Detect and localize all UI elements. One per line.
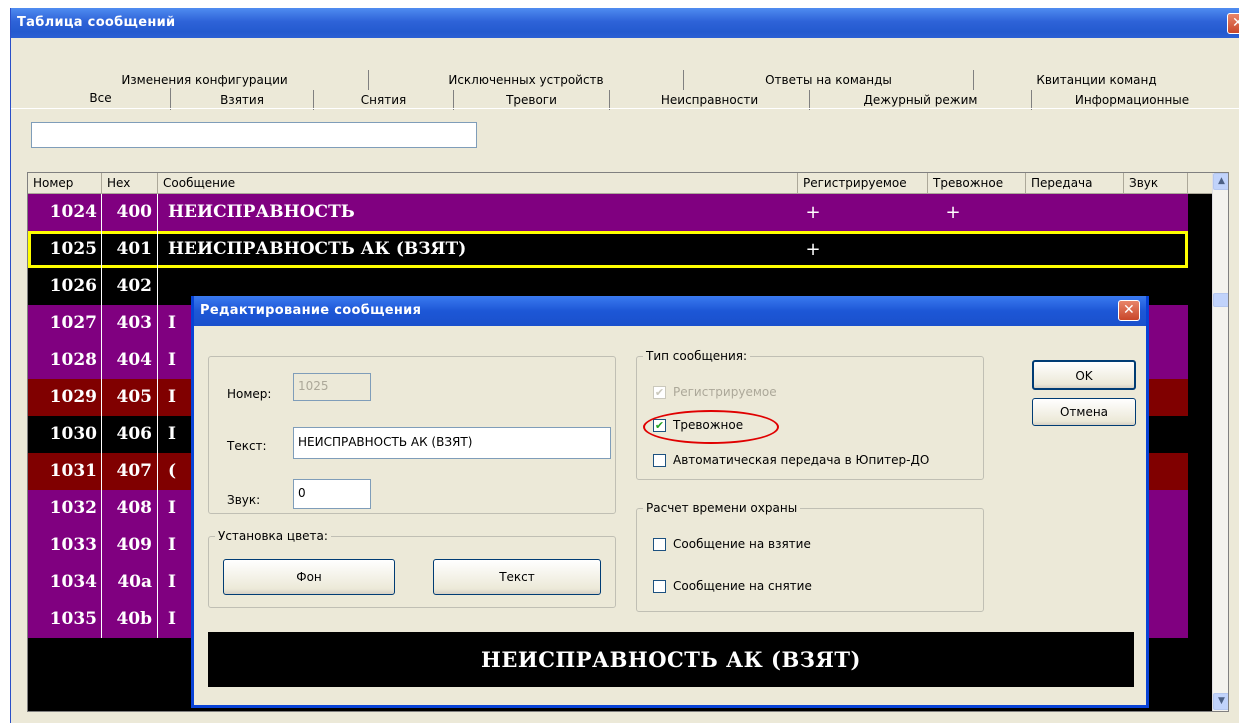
cell-hex: 40a bbox=[102, 564, 158, 601]
cell-number: 1024 bbox=[28, 194, 102, 231]
color-group: Установка цвета: Фон Текст bbox=[208, 529, 616, 608]
tab-disarming[interactable]: Снятия bbox=[314, 90, 454, 110]
col-message[interactable]: Сообщение bbox=[158, 173, 798, 194]
checkbox-box[interactable] bbox=[653, 579, 666, 593]
tab-duty-mode[interactable]: Дежурный режим bbox=[810, 90, 1032, 110]
cell-number: 1029 bbox=[28, 379, 102, 416]
cell-hex: 405 bbox=[102, 379, 158, 416]
auto-transfer-label: Автоматическая передача в Юпитер-ДО bbox=[673, 453, 930, 467]
registered-checkbox: ✔ Регистрируемое bbox=[653, 385, 777, 399]
tab-faults[interactable]: Неисправности bbox=[610, 90, 810, 110]
checkbox-box[interactable] bbox=[653, 453, 666, 467]
message-type-label: Тип сообщения: bbox=[643, 349, 751, 363]
sound-field[interactable]: 0 bbox=[293, 479, 371, 509]
tab-divider bbox=[11, 108, 1239, 109]
cell-number: 1031 bbox=[28, 453, 102, 490]
color-group-label: Установка цвета: bbox=[215, 529, 331, 543]
cell-hex: 407 bbox=[102, 453, 158, 490]
cell-hex: 409 bbox=[102, 527, 158, 564]
cell-number: 1032 bbox=[28, 490, 102, 527]
cell-number: 1025 bbox=[28, 231, 102, 268]
col-sound[interactable]: Звук bbox=[1124, 173, 1188, 194]
cell-alarm bbox=[938, 231, 968, 268]
guard-time-group: Расчет времени охраны Сообщение на взяти… bbox=[636, 501, 984, 612]
col-alarm[interactable]: Тревожное bbox=[928, 173, 1026, 194]
dialog-titlebar: Редактирование сообщения ✕ bbox=[194, 296, 1146, 326]
cell-number: 1028 bbox=[28, 342, 102, 379]
dialog-title: Редактирование сообщения bbox=[200, 303, 422, 318]
cancel-button[interactable]: Отмена bbox=[1032, 398, 1136, 426]
tab-config-changes[interactable]: Изменения конфигурации bbox=[41, 70, 369, 90]
scroll-down-icon[interactable]: ▼ bbox=[1213, 693, 1228, 710]
text-label: Текст: bbox=[227, 439, 267, 453]
checkmark-icon: ✔ bbox=[653, 385, 666, 399]
cell-message: НЕИСПРАВНОСТЬ АК (ВЗЯТ) bbox=[168, 239, 467, 259]
cell-hex: 406 bbox=[102, 416, 158, 453]
disarm-message-label: Сообщение на снятие bbox=[673, 579, 812, 593]
cell-number: 1033 bbox=[28, 527, 102, 564]
messages-window: Таблица сообщений ✕ Изменения конфигурац… bbox=[10, 8, 1239, 723]
col-number[interactable]: Номер bbox=[28, 173, 102, 194]
tab-alarms[interactable]: Тревоги bbox=[454, 90, 610, 110]
background-color-button[interactable]: Фон bbox=[223, 559, 395, 595]
tab-excluded-devices[interactable]: Исключенных устройств bbox=[369, 70, 684, 90]
scroll-up-icon[interactable]: ▲ bbox=[1213, 173, 1228, 190]
cell-hex: 402 bbox=[102, 268, 158, 305]
cell-number: 1027 bbox=[28, 305, 102, 342]
window-title: Таблица сообщений bbox=[17, 15, 176, 30]
number-label: Номер: bbox=[227, 387, 272, 401]
table-row[interactable]: 1025 401 НЕИСПРАВНОСТЬ АК (ВЗЯТ) + bbox=[28, 231, 1188, 268]
cell-registered: + bbox=[805, 239, 821, 260]
sound-label: Звук: bbox=[227, 493, 261, 507]
col-registered[interactable]: Регистрируемое bbox=[798, 173, 928, 194]
cell-hex: 40b bbox=[102, 601, 158, 638]
cell-number: 1026 bbox=[28, 268, 102, 305]
message-preview: НЕИСПРАВНОСТЬ АК (ВЗЯТ) bbox=[208, 632, 1134, 687]
vertical-scrollbar[interactable]: ▲ ▼ bbox=[1212, 173, 1228, 711]
table-header: Номер Hex Сообщение Регистрируемое Трево… bbox=[28, 173, 1212, 194]
ok-button[interactable]: OK bbox=[1032, 360, 1136, 390]
close-icon[interactable]: ✕ bbox=[1227, 13, 1239, 34]
number-field: 1025 bbox=[293, 373, 371, 401]
col-hex[interactable]: Hex bbox=[102, 173, 158, 194]
cell-hex: 403 bbox=[102, 305, 158, 342]
cell-number: 1030 bbox=[28, 416, 102, 453]
scroll-thumb[interactable] bbox=[1213, 293, 1228, 307]
auto-transfer-checkbox[interactable]: Автоматическая передача в Юпитер-ДО bbox=[653, 453, 929, 467]
tab-command-responses[interactable]: Ответы на команды bbox=[684, 70, 974, 90]
table-row[interactable]: 1024 400 НЕИСПРАВНОСТЬ + + bbox=[28, 194, 1188, 231]
tab-strip: Изменения конфигурации Исключенных устро… bbox=[11, 38, 1239, 118]
tab-arming[interactable]: Взятия bbox=[171, 90, 314, 110]
cell-number: 1034 bbox=[28, 564, 102, 601]
arm-message-label: Сообщение на взятие bbox=[673, 537, 811, 551]
message-type-group: Тип сообщения: ✔ Регистрируемое ✔ Тревож… bbox=[636, 349, 984, 480]
cell-hex: 401 bbox=[102, 231, 158, 268]
text-field[interactable]: НЕИСПРАВНОСТЬ АК (ВЗЯТ) bbox=[293, 427, 611, 459]
tab-command-receipts[interactable]: Квитанции команд bbox=[974, 70, 1219, 90]
arm-message-checkbox[interactable]: Сообщение на взятие bbox=[653, 537, 811, 551]
checkbox-box[interactable] bbox=[653, 537, 666, 551]
tab-informational[interactable]: Информационные bbox=[1032, 90, 1232, 110]
guard-time-label: Расчет времени охраны bbox=[643, 501, 801, 515]
edit-message-dialog: Редактирование сообщения ✕ Номер: 1025 Т… bbox=[191, 296, 1149, 708]
tab-all[interactable]: Все bbox=[31, 88, 171, 110]
cell-hex: 404 bbox=[102, 342, 158, 379]
close-icon[interactable]: ✕ bbox=[1118, 300, 1140, 321]
cell-registered: + bbox=[805, 202, 821, 223]
cell-hex: 408 bbox=[102, 490, 158, 527]
cell-number: 1035 bbox=[28, 601, 102, 638]
cell-hex: 400 bbox=[102, 194, 158, 231]
registered-label: Регистрируемое bbox=[673, 385, 777, 399]
red-highlight-oval bbox=[643, 410, 779, 444]
text-color-button[interactable]: Текст bbox=[433, 559, 601, 595]
window-titlebar: Таблица сообщений ✕ bbox=[11, 8, 1239, 38]
col-transfer[interactable]: Передача bbox=[1026, 173, 1124, 194]
cell-message: НЕИСПРАВНОСТЬ bbox=[168, 202, 355, 222]
disarm-message-checkbox[interactable]: Сообщение на снятие bbox=[653, 579, 812, 593]
main-fields-group: Номер: 1025 Текст: НЕИСПРАВНОСТЬ АК (ВЗЯ… bbox=[208, 356, 616, 514]
filter-input[interactable] bbox=[31, 122, 477, 148]
cell-alarm: + bbox=[945, 202, 961, 223]
